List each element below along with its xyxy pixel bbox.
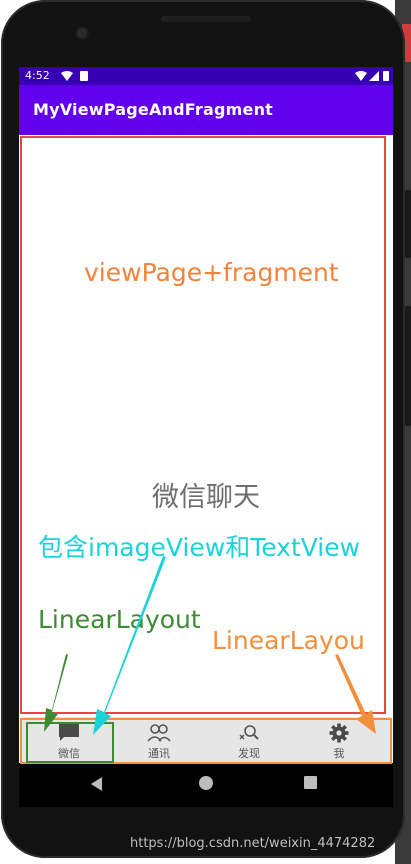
- sdcard-icon: [80, 71, 88, 81]
- watermark-text: https://blog.csdn.net/weixin_4474282: [130, 836, 376, 851]
- recents-icon[interactable]: [304, 776, 317, 789]
- wifi-icon: [61, 71, 73, 81]
- annotation-contains-label: 包含imageView和TextView: [38, 533, 361, 562]
- system-nav-bar: [19, 763, 393, 807]
- battery-icon: [383, 71, 389, 81]
- camera-icon: [77, 28, 87, 38]
- speaker-grille: [161, 16, 251, 22]
- status-bar: 4:52: [19, 67, 393, 85]
- annotation-linearlayout-label: LinearLayout: [38, 605, 201, 634]
- status-time: 4:52: [25, 69, 50, 82]
- app-title: MyViewPageAndFragment: [33, 100, 274, 119]
- power-button: [405, 190, 411, 258]
- annotation-viewpage-label: viewPage+fragment: [84, 258, 339, 287]
- home-icon[interactable]: [199, 776, 213, 790]
- annotation-linearlayou-label: LinearLayou: [212, 626, 365, 655]
- annotation-tab-item-box: [26, 722, 114, 763]
- volume-button: [405, 306, 411, 426]
- cell-signal-icon: [369, 71, 379, 81]
- back-icon[interactable]: [91, 777, 102, 791]
- wifi-signal-icon: [355, 71, 367, 81]
- app-bar: MyViewPageAndFragment: [19, 85, 393, 135]
